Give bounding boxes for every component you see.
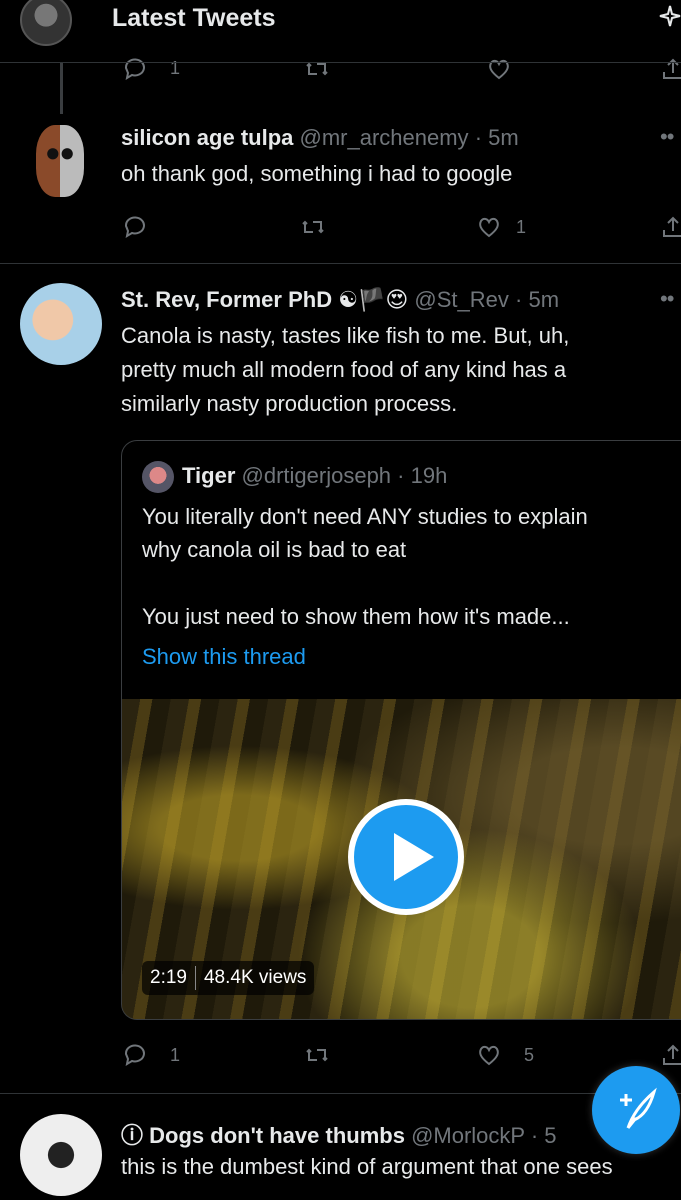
tweet-author-name[interactable]: Dogs don't have thumbs bbox=[149, 1123, 405, 1148]
tweet-divider bbox=[0, 1093, 681, 1094]
sparkle-icon[interactable] bbox=[656, 0, 681, 34]
more-options-icon[interactable]: •• bbox=[660, 286, 674, 312]
quoted-tweet-header: Tiger @drtigerjoseph · 19h bbox=[182, 463, 447, 489]
quoted-text-line: why canola oil is bad to eat bbox=[142, 537, 407, 562]
reply-count: 1 bbox=[170, 1045, 181, 1065]
play-icon[interactable] bbox=[348, 799, 464, 915]
tweet-timestamp[interactable]: · 5 bbox=[531, 1123, 557, 1148]
reply-button[interactable]: 1 bbox=[122, 1042, 180, 1073]
info-icon: ⓘ bbox=[121, 1123, 144, 1148]
page-title: Latest Tweets bbox=[112, 4, 276, 32]
tweet-divider bbox=[0, 263, 681, 264]
video-duration: 2:19 bbox=[150, 967, 187, 989]
header-divider bbox=[0, 62, 681, 63]
tweet-header: St. Rev, Former PhD ☯🏴😍 @St_Rev · 5m bbox=[121, 287, 559, 313]
tweet-avatar[interactable] bbox=[36, 125, 84, 197]
share-button[interactable] bbox=[660, 214, 681, 245]
more-options-icon[interactable]: •• bbox=[660, 124, 674, 150]
quoted-text-line: You just need to show them how it's made… bbox=[142, 604, 570, 629]
profile-avatar[interactable] bbox=[20, 0, 72, 46]
reply-button[interactable]: 1 bbox=[122, 56, 180, 87]
retweet-button[interactable] bbox=[304, 1042, 330, 1073]
quoted-text-line: You literally don't need ANY studies to … bbox=[142, 504, 588, 529]
video-views: 48.4K views bbox=[203, 967, 307, 989]
video-player[interactable]: 2:19 48.4K views bbox=[122, 699, 681, 1019]
compose-tweet-icon bbox=[620, 1087, 657, 1129]
tweet-text: this is the dumbest kind of argument tha… bbox=[121, 1154, 613, 1179]
quoted-tweet-avatar bbox=[142, 461, 174, 493]
tweet-author-handle[interactable]: @St_Rev bbox=[414, 287, 508, 312]
tweet-author-handle[interactable]: @MorlockP bbox=[411, 1123, 525, 1148]
name-emoji: ☯🏴😍 bbox=[338, 287, 409, 312]
share-button[interactable] bbox=[660, 1042, 681, 1073]
retweet-button[interactable] bbox=[300, 214, 326, 245]
like-count: 5 bbox=[524, 1045, 535, 1065]
reply-button[interactable] bbox=[122, 214, 148, 245]
share-button[interactable] bbox=[660, 56, 681, 87]
tweet-text-line: pretty much all modern food of any kind … bbox=[121, 357, 567, 382]
tweet-text-line: similarly nasty production process. bbox=[121, 391, 458, 416]
tweet-timestamp[interactable]: · 5m bbox=[515, 287, 559, 312]
tweet-text-line: Canola is nasty, tastes like fish to me.… bbox=[121, 323, 570, 348]
quoted-tweet[interactable]: Tiger @drtigerjoseph · 19h You literally… bbox=[121, 440, 681, 1020]
quoted-timestamp: · 19h bbox=[397, 463, 448, 488]
tweet-author-name[interactable]: silicon age tulpa bbox=[121, 125, 293, 150]
quoted-author-name: Tiger bbox=[182, 463, 236, 488]
retweet-button[interactable] bbox=[304, 56, 330, 87]
tweet-author-handle[interactable]: @mr_archenemy bbox=[300, 125, 469, 150]
like-button[interactable]: 5 bbox=[476, 1042, 534, 1073]
tweet-text: oh thank god, something i had to google bbox=[121, 161, 513, 186]
tweet-timestamp[interactable]: · 5m bbox=[475, 125, 519, 150]
top-bar: Latest Tweets bbox=[0, 0, 681, 52]
tweet-author-name[interactable]: St. Rev, Former PhD bbox=[121, 287, 332, 312]
show-thread-link[interactable]: Show this thread bbox=[142, 644, 306, 670]
tweet-header: silicon age tulpa @mr_archenemy · 5m bbox=[121, 125, 519, 151]
like-button[interactable]: 1 bbox=[476, 214, 526, 245]
tweet-header: ⓘ Dogs don't have thumbs @MorlockP · 5 bbox=[121, 1118, 557, 1150]
like-count: 1 bbox=[516, 217, 527, 237]
compose-tweet-button[interactable] bbox=[592, 1066, 680, 1154]
like-button[interactable] bbox=[486, 56, 512, 87]
tweet-avatar[interactable] bbox=[20, 1114, 102, 1196]
thread-connector bbox=[60, 62, 63, 114]
video-info-badge: 2:19 48.4K views bbox=[142, 961, 315, 995]
quoted-author-handle: @drtigerjoseph bbox=[241, 463, 392, 488]
tweet-avatar[interactable] bbox=[20, 283, 102, 365]
